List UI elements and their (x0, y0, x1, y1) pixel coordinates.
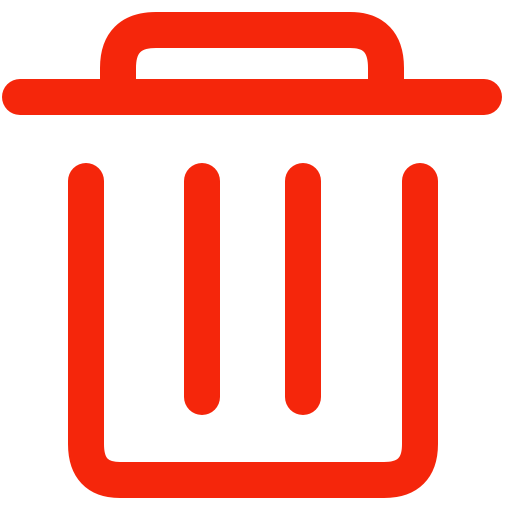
trash-icon[interactable] (0, 0, 512, 512)
delete-icon-canvas (0, 0, 512, 512)
trash-can-body (68, 163, 438, 498)
